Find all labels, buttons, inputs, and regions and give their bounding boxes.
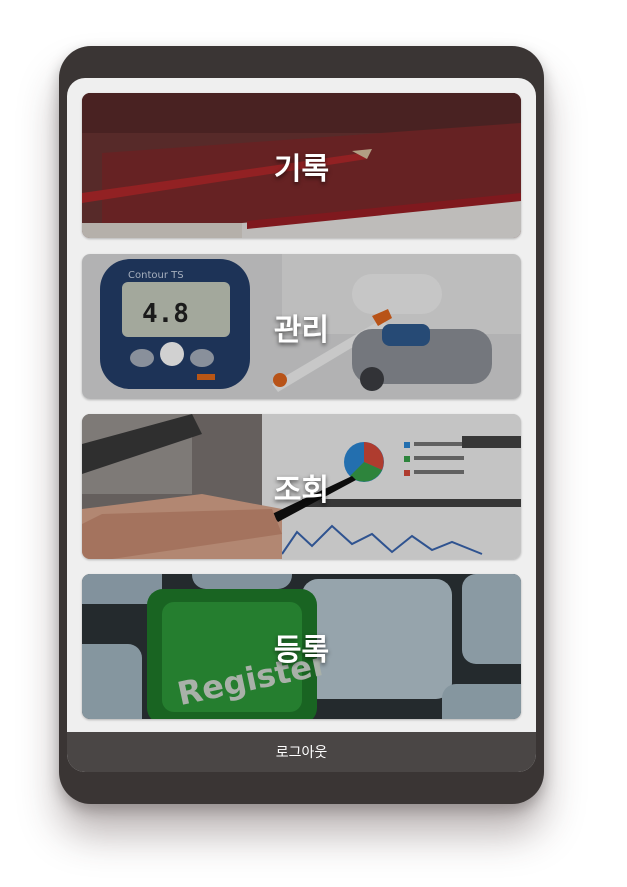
menu-tile-label: 관리 xyxy=(273,312,330,348)
menu-tile-record[interactable]: 기록 xyxy=(82,93,521,238)
menu-tile-manage[interactable]: 4.8 Contour TS 관리 xyxy=(82,254,521,399)
logout-button[interactable]: 로그아웃 xyxy=(67,732,536,772)
menu-tile-view[interactable]: 조회 xyxy=(82,414,521,559)
app-screen: 기록 4.8 Contour TS 관리 조회 Register 등록 로그아웃 xyxy=(67,78,536,772)
menu-tile-label: 등록 xyxy=(273,632,330,668)
tablet-frame: 기록 4.8 Contour TS 관리 조회 Register 등록 로그아웃 xyxy=(59,46,544,804)
menu-tile-register[interactable]: Register 등록 xyxy=(82,574,521,719)
menu-tile-label: 조회 xyxy=(273,472,330,508)
menu-tile-label: 기록 xyxy=(273,151,330,187)
